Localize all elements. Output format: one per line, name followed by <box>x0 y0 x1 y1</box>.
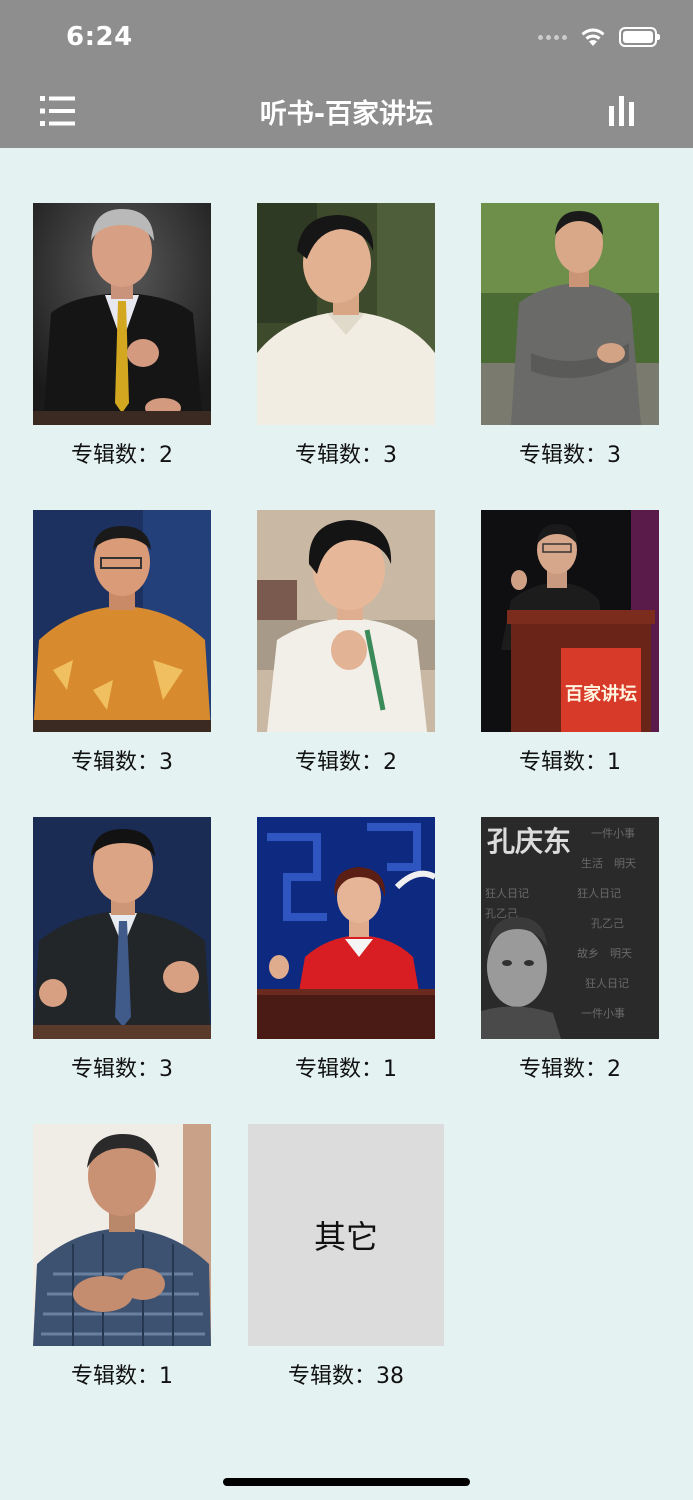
album-count: 专辑数：3 <box>71 1057 173 1082</box>
svg-text:一件小事: 一件小事 <box>581 1007 625 1020</box>
speaker-photo: 百家讲坛 <box>481 510 659 732</box>
svg-text:狂人日记: 狂人日记 <box>577 887 621 900</box>
other-tile: 其它 <box>248 1124 444 1346</box>
album-count: 专辑数：2 <box>295 750 397 775</box>
speaker-photo <box>33 1124 211 1346</box>
album-count: 专辑数：1 <box>519 750 621 775</box>
battery-icon <box>619 27 660 47</box>
speaker-card[interactable]: 专辑数：1 <box>257 817 435 1083</box>
album-count: 专辑数：1 <box>71 1364 173 1389</box>
speaker-photo <box>33 817 211 1039</box>
speaker-card[interactable]: 专辑数：3 <box>257 203 435 469</box>
speaker-photo <box>257 817 435 1039</box>
poster-title: 孔庆东 <box>487 825 571 858</box>
home-indicator[interactable] <box>223 1478 470 1486</box>
speaker-card[interactable]: 专辑数：2 <box>257 510 435 776</box>
status-time: 6:24 <box>66 22 133 52</box>
album-count: 专辑数：3 <box>71 750 173 775</box>
album-count: 专辑数：2 <box>71 443 173 468</box>
svg-text:狂人日记: 狂人日记 <box>485 887 529 900</box>
navigation-bar: 听书-百家讲坛 <box>0 74 693 148</box>
svg-text:孔乙己: 孔乙己 <box>591 917 624 930</box>
status-indicators <box>538 26 660 48</box>
speaker-photo <box>33 203 211 425</box>
other-card[interactable]: 其它 专辑数：38 <box>248 1124 444 1390</box>
speaker-card[interactable]: 专辑数：3 <box>481 203 659 469</box>
svg-text:一件小事: 一件小事 <box>591 827 635 840</box>
speaker-photo <box>257 510 435 732</box>
album-count: 专辑数：3 <box>295 443 397 468</box>
svg-text:故乡 明天: 故乡 明天 <box>577 946 632 960</box>
podium-logo: 百家讲坛 <box>565 683 637 705</box>
page-title: 听书-百家讲坛 <box>259 99 434 130</box>
bar-chart-icon <box>609 96 634 126</box>
wifi-icon <box>581 28 605 46</box>
speaker-card[interactable]: 百家讲坛 专辑数：1 <box>481 510 659 776</box>
speaker-photo: 一件小事 生活 明天 狂人日记 孔乙己 故乡 明天 狂人日记 一件小事 狂人日记… <box>481 817 659 1039</box>
svg-text:生活 明天: 生活 明天 <box>581 856 636 870</box>
status-bar: 6:24 <box>0 0 693 74</box>
speaker-card[interactable]: 一件小事 生活 明天 狂人日记 孔乙己 故乡 明天 狂人日记 一件小事 狂人日记… <box>481 817 659 1083</box>
album-count: 专辑数：3 <box>519 443 621 468</box>
signal-icon <box>538 34 567 40</box>
speaker-card[interactable]: 专辑数：3 <box>33 817 211 1083</box>
album-count: 专辑数：38 <box>288 1364 404 1389</box>
svg-text:狂人日记: 狂人日记 <box>585 977 629 990</box>
album-count: 专辑数：2 <box>519 1057 621 1082</box>
speaker-card[interactable]: 专辑数：2 <box>33 203 211 469</box>
album-count: 专辑数：1 <box>295 1057 397 1082</box>
speaker-card[interactable]: 专辑数：1 <box>33 1124 211 1390</box>
speaker-card[interactable]: 专辑数：3 <box>33 510 211 776</box>
stats-button[interactable] <box>607 96 637 126</box>
speaker-photo <box>33 510 211 732</box>
speaker-photo <box>257 203 435 425</box>
speaker-photo <box>481 203 659 425</box>
